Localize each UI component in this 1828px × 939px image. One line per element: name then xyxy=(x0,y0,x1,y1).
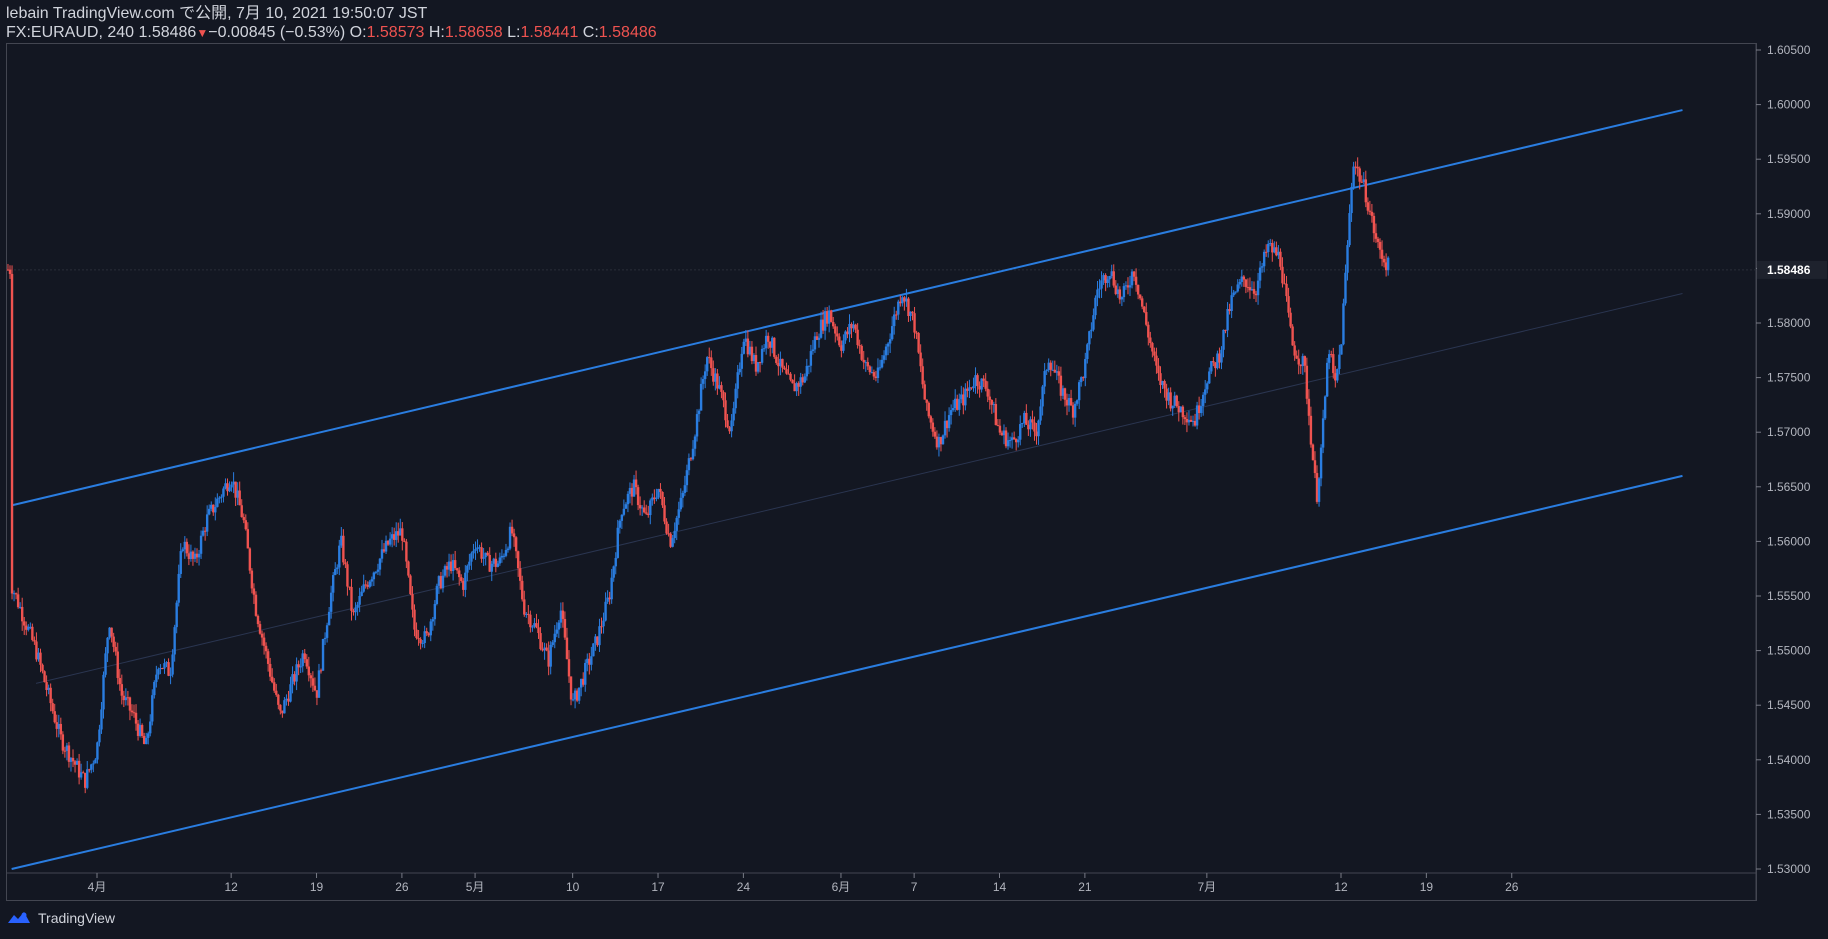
close-value: 1.58486 xyxy=(598,24,657,41)
last-price-badge xyxy=(1757,260,1827,279)
down-arrow-icon: ▼ xyxy=(196,26,209,40)
price-tick-label: 1.56000 xyxy=(1767,534,1811,548)
price-tick-label: 1.59500 xyxy=(1767,152,1811,166)
price-tick-label: 1.55500 xyxy=(1767,589,1811,603)
price-tick-label: 1.56500 xyxy=(1767,480,1811,494)
open-label: O: xyxy=(349,24,367,41)
tradingview-logo-icon xyxy=(8,912,30,923)
price-change: −0.00845 (−0.53%) xyxy=(208,24,346,41)
price-tick-label: 1.54000 xyxy=(1767,753,1811,767)
price-tick-label: 1.58500 xyxy=(1767,261,1811,275)
chart-pane[interactable] xyxy=(6,43,1757,901)
price-tick-label: 1.55000 xyxy=(1767,644,1811,658)
price-tick-label: 1.54500 xyxy=(1767,698,1811,712)
price-tick-label: 1.57500 xyxy=(1767,371,1811,385)
high-value: 1.58658 xyxy=(444,24,503,41)
symbol-info: FX:EURAUD, 240 1.58486 xyxy=(6,24,197,41)
close-label: C: xyxy=(582,24,599,41)
price-tick-label: 1.60500 xyxy=(1767,43,1811,57)
price-tick-label: 1.57000 xyxy=(1767,425,1811,439)
price-tick-label: 1.53500 xyxy=(1767,807,1811,821)
chart-header: lebain TradingView.com で公開, 7月 10, 2021 … xyxy=(6,4,657,43)
price-axis: 1.60500 1.60000 1.59500 1.59000 1.58500 1.580… xyxy=(1756,43,1827,876)
low-label: L: xyxy=(507,24,521,41)
publish-line: lebain TradingView.com で公開, 7月 10, 2021 … xyxy=(6,5,428,22)
footer: TradingView xyxy=(6,910,115,926)
price-tick-label: 1.58000 xyxy=(1767,316,1811,330)
price-tick-label: 1.60000 xyxy=(1767,98,1811,112)
open-value: 1.58573 xyxy=(366,24,425,41)
low-value: 1.58441 xyxy=(520,24,579,41)
high-label: H: xyxy=(428,24,445,41)
brand-label: TradingView xyxy=(38,910,116,926)
ohlc-line: FX:EURAUD, 240 1.58486▼−0.00845 (−0.53%)… xyxy=(6,23,657,43)
price-tick-label: 1.59000 xyxy=(1767,207,1811,221)
last-price-label: 1.58486 xyxy=(1767,263,1811,277)
price-tick-label: 1.53000 xyxy=(1767,862,1811,876)
